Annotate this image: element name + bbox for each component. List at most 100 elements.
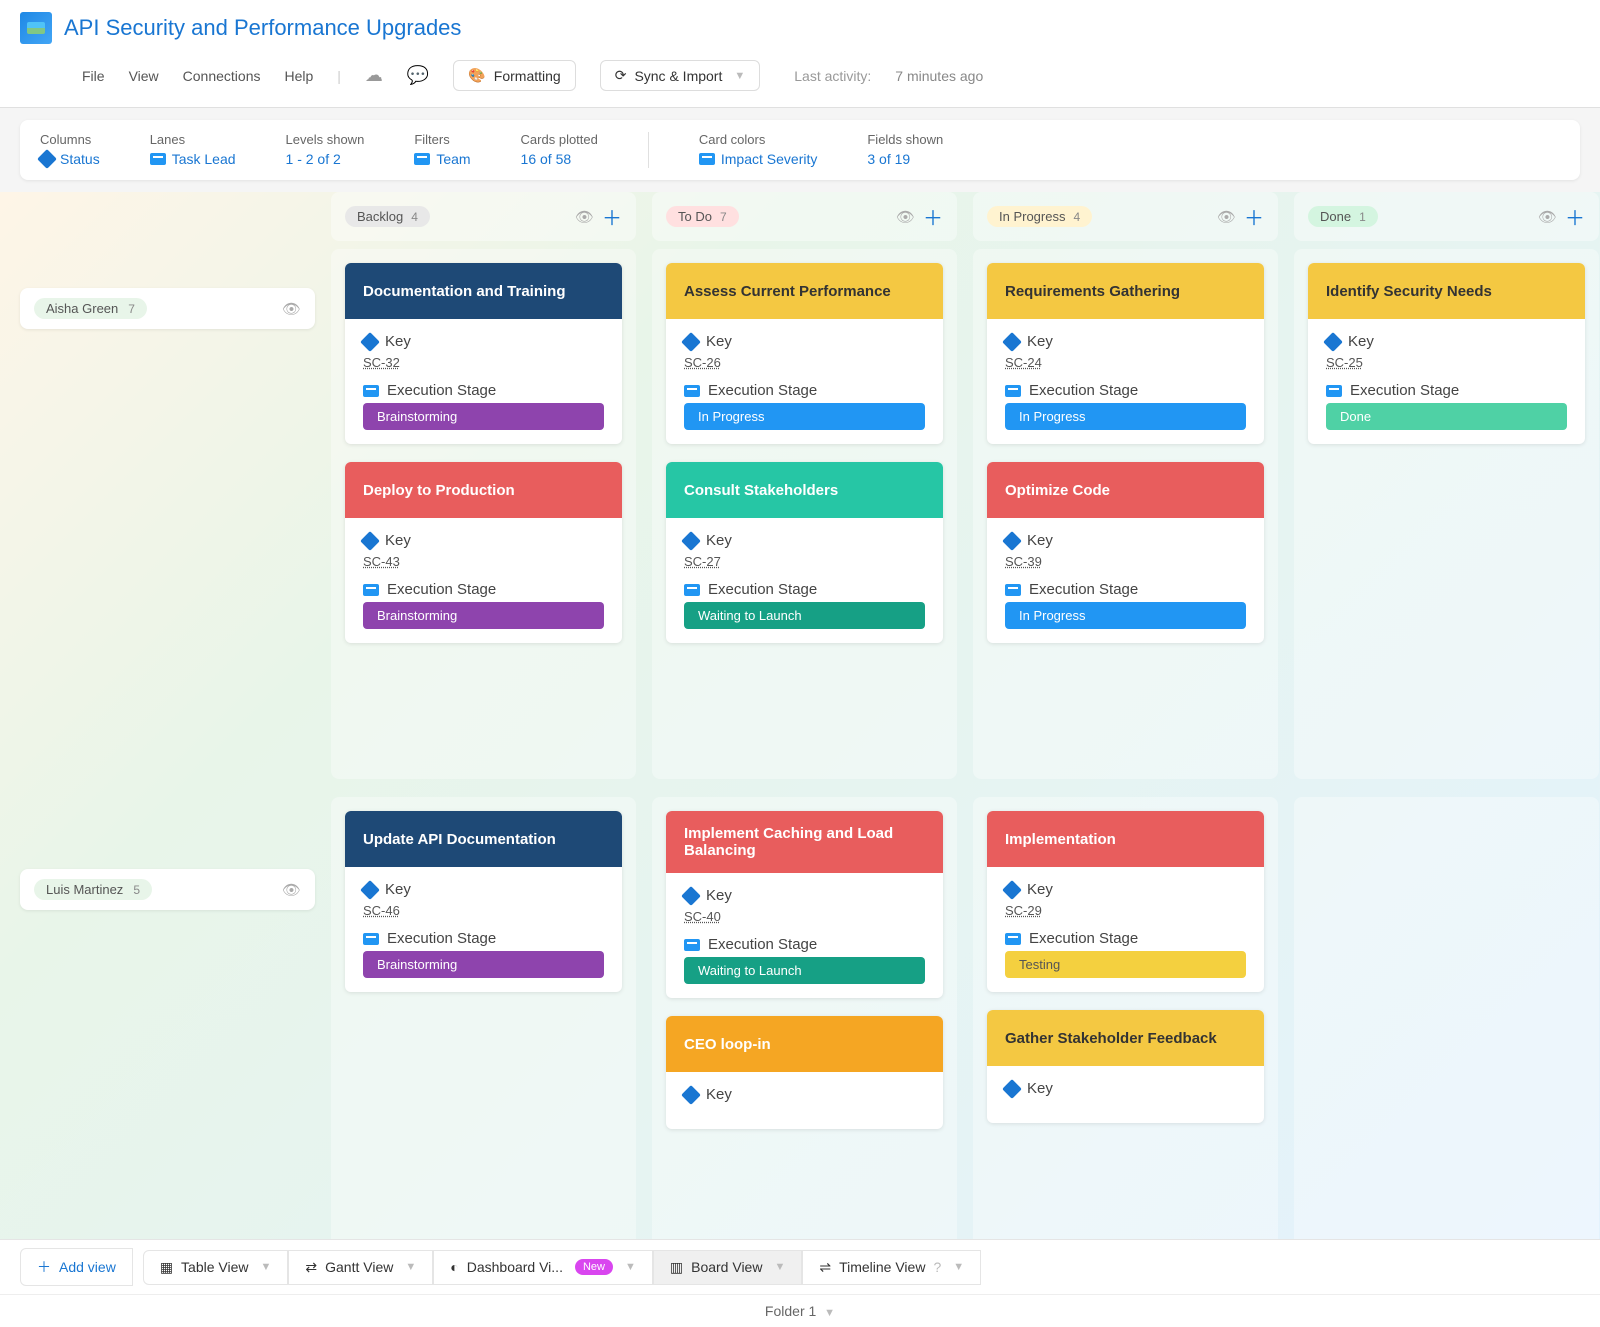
filter-cards[interactable]: Cards plotted 16 of 58 — [521, 132, 598, 167]
card-key[interactable]: SC-46 — [363, 903, 400, 918]
filter-columns[interactable]: Columns Status — [40, 132, 100, 167]
stage-pill: In Progress — [1005, 602, 1246, 629]
sync-icon: ⟳ — [615, 67, 627, 84]
chevron-down-icon[interactable]: ▼ — [261, 1261, 272, 1273]
eye-icon[interactable]: 👁 — [896, 208, 915, 226]
field-key-label: Key — [1027, 333, 1053, 350]
field-key-label: Key — [706, 333, 732, 350]
plus-icon[interactable]: ＋ — [1565, 202, 1585, 231]
card-key[interactable]: SC-39 — [1005, 554, 1042, 569]
column-done: Done 1 👁 ＋ Identify Security Needs Key S… — [1294, 192, 1599, 1242]
filter-lanes[interactable]: Lanes Task Lead — [150, 132, 236, 167]
plus-icon[interactable]: ＋ — [923, 202, 943, 231]
card-key[interactable]: SC-26 — [684, 355, 721, 370]
menu-connections[interactable]: Connections — [183, 68, 261, 84]
view-tab-timeline-view[interactable]: ⇌ Timeline View ? ▼ — [802, 1250, 981, 1285]
card-title: Documentation and Training — [345, 263, 622, 319]
field-stage-label: Execution Stage — [1029, 581, 1138, 598]
card[interactable]: Deploy to Production Key SC-43 Execution… — [345, 462, 622, 643]
card-key[interactable]: SC-24 — [1005, 355, 1042, 370]
sync-import-button[interactable]: ⟳ Sync & Import ▼ — [600, 60, 761, 91]
card[interactable]: Requirements Gathering Key SC-24 Executi… — [987, 263, 1264, 444]
eye-icon[interactable]: 👁 — [282, 300, 301, 318]
card[interactable]: Documentation and Training Key SC-32 Exe… — [345, 263, 622, 444]
card[interactable]: Update API Documentation Key SC-46 Execu… — [345, 811, 622, 992]
view-tab-table-view[interactable]: ▦ Table View ▼ — [143, 1250, 289, 1285]
column-body-row1: Assess Current Performance Key SC-26 Exe… — [652, 249, 957, 779]
diamond-icon — [681, 886, 701, 906]
filter-colors[interactable]: Card colors Impact Severity — [699, 132, 817, 167]
card[interactable]: Implementation Key SC-29 Execution Stage… — [987, 811, 1264, 992]
column-body-row1: Identify Security Needs Key SC-25 Execut… — [1294, 249, 1599, 779]
field-key-label: Key — [1027, 881, 1053, 898]
card-key[interactable]: SC-25 — [1326, 355, 1363, 370]
card-icon — [363, 385, 379, 397]
column-name: Done — [1320, 209, 1351, 224]
card[interactable]: CEO loop-in Key — [666, 1016, 943, 1129]
lane-header-luis[interactable]: Luis Martinez5 👁 — [20, 869, 315, 910]
stage-pill: In Progress — [684, 403, 925, 430]
view-tab-gantt-view[interactable]: ⇄ Gantt View ▼ — [288, 1250, 433, 1285]
eye-icon[interactable]: 👁 — [282, 881, 301, 899]
chevron-down-icon[interactable]: ▼ — [625, 1261, 636, 1273]
formatting-button[interactable]: 🎨 Formatting — [453, 60, 575, 91]
field-key-label: Key — [385, 881, 411, 898]
chevron-down-icon[interactable]: ▼ — [774, 1261, 785, 1273]
filter-levels[interactable]: Levels shown 1 - 2 of 2 — [286, 132, 365, 167]
card-key[interactable]: SC-27 — [684, 554, 721, 569]
palette-icon: 🎨 — [468, 67, 485, 84]
menu-help[interactable]: Help — [284, 68, 313, 84]
column-body-row1: Documentation and Training Key SC-32 Exe… — [331, 249, 636, 779]
card[interactable]: Identify Security Needs Key SC-25 Execut… — [1308, 263, 1585, 444]
card[interactable]: Assess Current Performance Key SC-26 Exe… — [666, 263, 943, 444]
card[interactable]: Optimize Code Key SC-39 Execution Stage … — [987, 462, 1264, 643]
card-title: Implement Caching and Load Balancing — [666, 811, 943, 873]
lane-name: Luis Martinez — [46, 882, 123, 897]
card[interactable]: Implement Caching and Load Balancing Key… — [666, 811, 943, 998]
field-key-label: Key — [706, 532, 732, 549]
view-tab-board-view[interactable]: ▥ Board View ▼ — [653, 1250, 802, 1285]
plus-icon[interactable]: ＋ — [602, 202, 622, 231]
eye-icon[interactable]: 👁 — [1217, 208, 1236, 226]
card-icon — [684, 584, 700, 596]
chevron-down-icon: ▼ — [734, 70, 745, 82]
menu-view[interactable]: View — [129, 68, 159, 84]
card-key[interactable]: SC-32 — [363, 355, 400, 370]
chevron-down-icon[interactable]: ▼ — [405, 1261, 416, 1273]
card[interactable]: Consult Stakeholders Key SC-27 Execution… — [666, 462, 943, 643]
field-stage-label: Execution Stage — [1350, 382, 1459, 399]
stage-pill: In Progress — [1005, 403, 1246, 430]
last-activity-time: 7 minutes ago — [895, 68, 983, 84]
stage-pill: Waiting to Launch — [684, 602, 925, 629]
card-title: Update API Documentation — [345, 811, 622, 867]
menu-file[interactable]: File — [82, 68, 105, 84]
card-key[interactable]: SC-29 — [1005, 903, 1042, 918]
filter-fields[interactable]: Fields shown 3 of 19 — [867, 132, 943, 167]
help-icon[interactable]: ? — [933, 1259, 941, 1275]
card-icon — [414, 153, 430, 165]
card-title: Gather Stakeholder Feedback — [987, 1010, 1264, 1066]
column-body-row2: Implement Caching and Load Balancing Key… — [652, 797, 957, 1242]
filter-filters[interactable]: Filters Team — [414, 132, 470, 167]
card-title: Assess Current Performance — [666, 263, 943, 319]
header: API Security and Performance Upgrades Fi… — [0, 0, 1600, 108]
eye-icon[interactable]: 👁 — [575, 208, 594, 226]
chat-icon[interactable]: 💬 — [407, 65, 429, 86]
plus-icon[interactable]: ＋ — [1244, 202, 1264, 231]
cloud-icon[interactable]: ☁ — [365, 65, 383, 86]
tab-icon: ⇌ — [819, 1259, 831, 1276]
card-icon — [1005, 385, 1021, 397]
lane-header-aisha[interactable]: Aisha Green7 👁 — [20, 288, 315, 329]
card[interactable]: Gather Stakeholder Feedback Key — [987, 1010, 1264, 1123]
card-key[interactable]: SC-40 — [684, 909, 721, 924]
add-view-button[interactable]: ＋ Add view — [20, 1248, 133, 1286]
chevron-down-icon[interactable]: ▼ — [953, 1261, 964, 1273]
diamond-icon — [1002, 531, 1022, 551]
folder-row[interactable]: Folder 1 ▼ — [0, 1294, 1600, 1327]
column-body-row1: Requirements Gathering Key SC-24 Executi… — [973, 249, 1278, 779]
eye-icon[interactable]: 👁 — [1538, 208, 1557, 226]
card-key[interactable]: SC-43 — [363, 554, 400, 569]
column-name: Backlog — [357, 209, 403, 224]
app-logo[interactable] — [20, 12, 52, 44]
view-tab-dashboard-vi---[interactable]: ◐ Dashboard Vi... New ▼ — [433, 1250, 653, 1285]
